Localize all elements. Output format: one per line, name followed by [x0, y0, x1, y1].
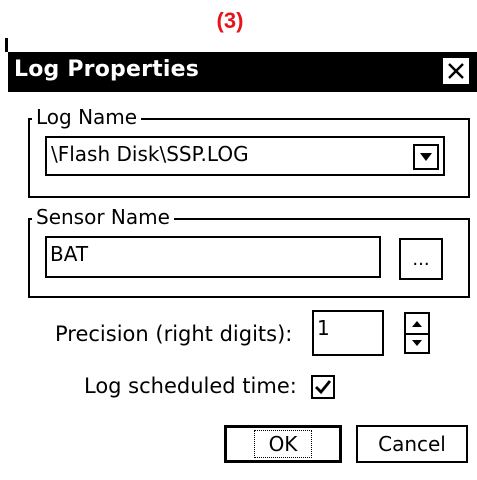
browse-button-label: ...: [412, 248, 430, 270]
ok-button-label: OK: [253, 430, 313, 458]
log-scheduled-label: Log scheduled time:: [84, 374, 297, 398]
close-button[interactable]: [441, 56, 471, 86]
precision-label: Precision (right digits):: [55, 322, 293, 346]
spin-up-button[interactable]: [408, 316, 426, 332]
browse-sensor-button[interactable]: ...: [399, 238, 443, 280]
sensor-name-input[interactable]: BAT: [45, 236, 381, 278]
log-name-dropdown[interactable]: \Flash Disk\SSP.LOG: [45, 136, 445, 176]
ok-button[interactable]: OK: [224, 425, 342, 463]
cancel-button-label: Cancel: [378, 432, 446, 456]
up-arrow-icon: [412, 321, 422, 327]
dialog-titlebar[interactable]: Log Properties: [8, 52, 477, 92]
log-scheduled-checkbox[interactable]: [311, 375, 335, 399]
figure-caption: (3): [216, 8, 244, 33]
precision-value: 1: [317, 316, 330, 340]
down-arrow-icon: [412, 340, 422, 346]
spin-down-button[interactable]: [408, 335, 426, 351]
close-icon: [448, 63, 464, 79]
chevron-down-icon: [420, 153, 432, 161]
precision-input[interactable]: 1: [312, 310, 384, 356]
checkmark-icon: [315, 380, 332, 395]
log-name-group-label: Log Name: [32, 106, 142, 128]
log-name-value: \Flash Disk\SSP.LOG: [51, 142, 249, 166]
dialog-title: Log Properties: [14, 57, 200, 82]
sensor-name-group-label: Sensor Name: [32, 206, 174, 228]
sensor-name-value: BAT: [50, 242, 89, 266]
dropdown-button[interactable]: [413, 144, 439, 170]
cancel-button[interactable]: Cancel: [356, 425, 468, 463]
precision-spinner[interactable]: [404, 312, 430, 354]
